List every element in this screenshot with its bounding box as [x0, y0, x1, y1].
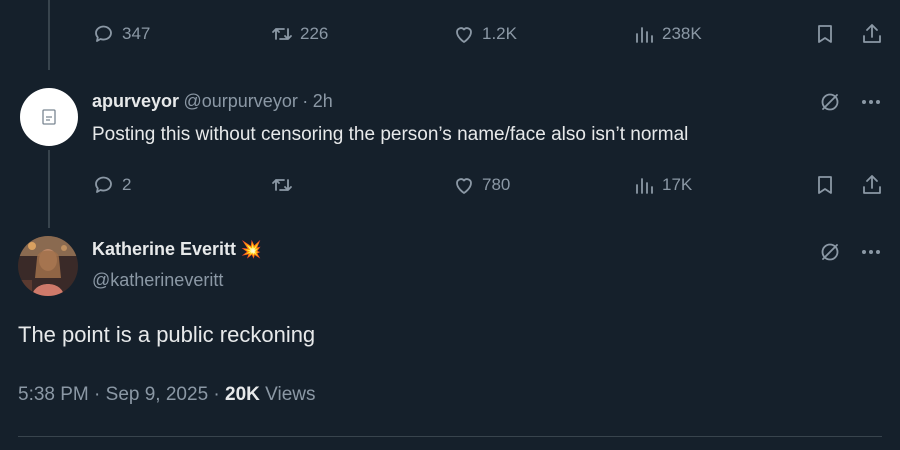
author-name-row: Katherine Everitt 💥	[92, 239, 262, 260]
share-button[interactable]	[860, 173, 884, 202]
views-count: 17K	[662, 175, 693, 194]
bookmark-icon	[818, 176, 832, 194]
display-name[interactable]: apurveyor	[92, 91, 179, 111]
reply-action[interactable]: 347	[92, 22, 150, 46]
like-count: 780	[482, 175, 511, 194]
more-options-icon[interactable]	[862, 100, 880, 104]
share-button[interactable]	[860, 22, 884, 51]
repost-icon	[272, 179, 292, 191]
user-handle[interactable]: @katherineveritt	[92, 270, 223, 291]
reply-icon	[95, 176, 112, 193]
repost-action[interactable]: 226	[270, 22, 328, 46]
collision-emoji: 💥	[240, 240, 262, 259]
share-icon	[863, 175, 881, 194]
views-count: 20K	[225, 384, 260, 405]
views-count: 238K	[662, 24, 702, 43]
like-action[interactable]: 780	[452, 173, 510, 197]
reply-header: apurveyor @ourpurveyor · 2h	[92, 91, 333, 112]
reply-icon	[95, 25, 112, 42]
more-options-icon[interactable]	[862, 250, 880, 254]
repost-icon	[272, 28, 292, 40]
separator: ·	[94, 384, 101, 405]
repost-action[interactable]	[270, 173, 300, 197]
broken-image-icon	[42, 109, 56, 125]
tweet-time[interactable]: 5:38 PM	[18, 384, 89, 405]
share-icon	[863, 24, 881, 43]
bookmark-button[interactable]	[813, 173, 837, 202]
thread-line-top	[48, 0, 50, 70]
views-icon	[636, 27, 653, 43]
like-action[interactable]: 1.2K	[452, 22, 517, 46]
tweet-text: The point is a public reckoning	[18, 322, 316, 347]
reply-text: Posting this without censoring the perso…	[92, 124, 689, 145]
heart-icon	[456, 178, 472, 194]
separator: ·	[213, 384, 220, 405]
reply-count: 347	[122, 24, 151, 43]
user-handle[interactable]: @ourpurveyor	[184, 91, 298, 111]
avatar[interactable]	[20, 88, 78, 146]
profile-photo	[18, 236, 78, 296]
bookmark-icon	[818, 25, 832, 43]
like-count: 1.2K	[482, 24, 517, 43]
display-name[interactable]: Katherine Everitt	[92, 239, 236, 259]
avatar[interactable]	[18, 236, 78, 296]
grok-icon	[821, 93, 839, 111]
views-label: Views	[265, 384, 316, 405]
heart-icon	[456, 27, 472, 43]
thread-line-middle	[48, 150, 50, 228]
tweet-date[interactable]: Sep 9, 2025	[106, 384, 208, 405]
grok-button[interactable]	[818, 240, 842, 269]
grok-button[interactable]	[818, 90, 842, 119]
divider	[18, 436, 882, 437]
views-action[interactable]: 238K	[632, 22, 702, 46]
separator: ·	[302, 91, 309, 111]
tweet-meta: 5:38 PM · Sep 9, 2025 · 20K Views	[18, 384, 316, 406]
grok-icon	[821, 243, 839, 261]
repost-count: 226	[300, 24, 329, 43]
timestamp[interactable]: 2h	[313, 91, 333, 111]
views-icon	[636, 178, 653, 194]
reply-action[interactable]: 2	[92, 173, 131, 197]
reply-count: 2	[122, 175, 132, 194]
views-action[interactable]: 17K	[632, 173, 692, 197]
bookmark-button[interactable]	[813, 22, 837, 51]
